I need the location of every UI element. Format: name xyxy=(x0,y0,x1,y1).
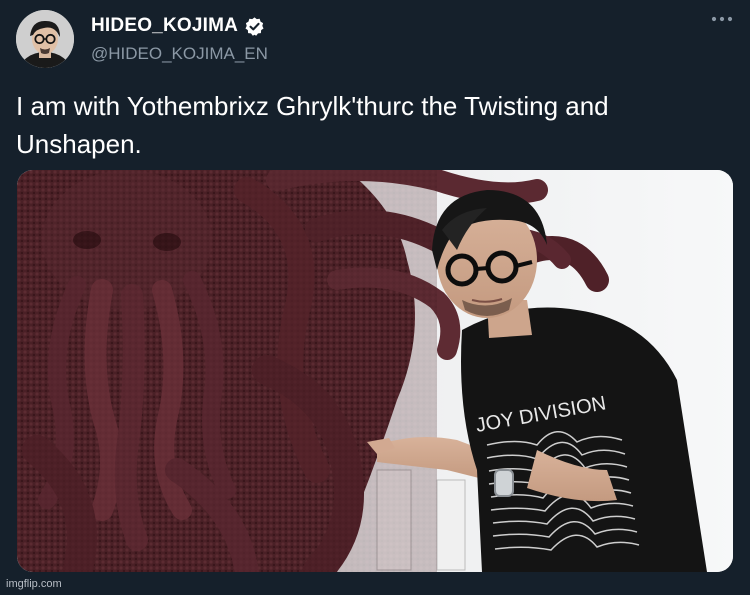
tweet-card: HIDEO_KOJIMA @HIDEO_KOJIMA_EN I am with … xyxy=(0,0,750,595)
author-handle[interactable]: @HIDEO_KOJIMA_EN xyxy=(91,44,268,64)
author-name-row: HIDEO_KOJIMA xyxy=(91,15,265,37)
avatar-portrait xyxy=(16,10,74,68)
photo-scene: JOY DIVISION xyxy=(17,170,733,572)
tweet-text: I am with Yothembrixz Ghrylk'thurc the T… xyxy=(16,91,609,159)
verified-badge-icon xyxy=(244,16,265,37)
imgflip-watermark: imgflip.com xyxy=(6,578,62,590)
author-display-name[interactable]: HIDEO_KOJIMA xyxy=(91,15,238,37)
author-avatar[interactable] xyxy=(16,10,74,68)
more-options-icon[interactable] xyxy=(708,8,736,30)
tweet-photo[interactable]: JOY DIVISION xyxy=(17,170,733,572)
